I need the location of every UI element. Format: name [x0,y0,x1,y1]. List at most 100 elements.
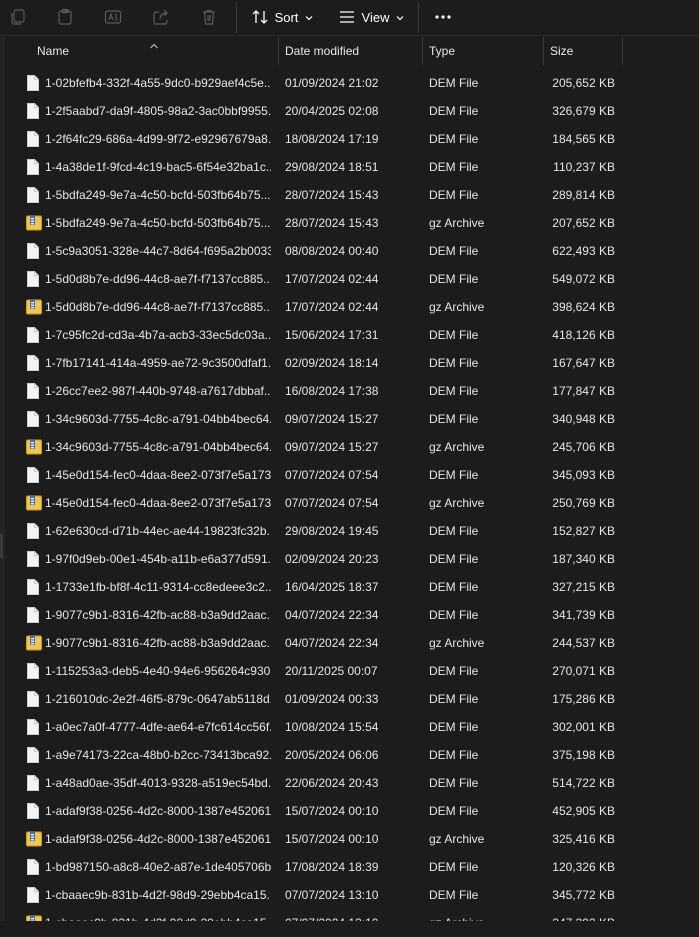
file-date-modified: 18/08/2024 17:19 [285,132,379,146]
file-row[interactable]: 1-2f64fc29-686a-4d99-9f72-e92967679a8...… [0,125,699,153]
file-row[interactable]: 1-45e0d154-fec0-4daa-8ee2-073f7e5a173...… [0,489,699,517]
file-name: 1-26cc7ee2-987f-440b-9748-a7617dbbaf... [45,384,271,398]
file-type: DEM File [429,524,479,538]
file-row[interactable]: 1-2f5aabd7-da9f-4805-98a2-3ac0bbf9955...… [0,97,699,125]
view-button[interactable]: View [336,5,406,29]
file-size: 514,722 KB [552,776,615,790]
file-row[interactable]: 1-5d0d8b7e-dd96-44c8-ae7f-f7137cc885... 1… [0,265,699,293]
file-row[interactable]: 1-97f0d9eb-00e1-454b-a11b-e6a377d591... 0… [0,545,699,573]
file-row[interactable]: 1-4a38de1f-9fcd-4c19-bac5-6f54e32ba1c...… [0,153,699,181]
file-row[interactable]: 1-02bfefb4-332f-4a55-9dc0-b929aef4c5e...… [0,69,699,97]
file-date-modified: 28/07/2024 15:43 [285,216,379,230]
file-row[interactable]: 1-cbaaec9b-831b-4d2f-98d9-29ebb4ca15... 0… [0,881,699,909]
file-icon [26,887,40,906]
copy-icon[interactable] [6,5,30,29]
more-icon[interactable] [431,5,455,29]
file-size: 341,739 KB [552,608,615,622]
file-name: 1-1733e1fb-bf8f-4c11-9314-cc8edeee3c2... [45,580,271,594]
file-date-modified: 17/07/2024 02:44 [285,272,379,286]
file-row[interactable]: 1-adaf9f38-0256-4d2c-8000-1387e452061...… [0,825,699,853]
file-size: 398,624 KB [552,300,615,314]
file-size: 622,493 KB [552,244,615,258]
file-row[interactable]: 1-216010dc-2e2f-46f5-879c-0647ab5118d...… [0,685,699,713]
file-row[interactable]: 1-7fb17141-414a-4959-ae72-9c3500dfaf1...… [0,349,699,377]
file-icon [26,383,40,402]
file-row[interactable]: 1-1733e1fb-bf8f-4c11-9314-cc8edeee3c2...… [0,573,699,601]
file-row[interactable]: 1-34c9603d-7755-4c8c-a791-04bb4bec64... 0… [0,433,699,461]
file-size: 375,198 KB [552,748,615,762]
column-header-type[interactable]: Type [421,37,544,65]
file-size: 152,827 KB [552,524,615,538]
file-date-modified: 07/07/2024 07:54 [285,468,379,482]
file-size: 167,647 KB [552,356,615,370]
file-type: gz Archive [429,216,485,230]
column-header-date-modified[interactable]: Date modified [277,37,423,65]
file-size: 184,565 KB [552,132,615,146]
file-name: 1-a0ec7a0f-4777-4dfe-ae64-e7fc614cc56f..… [45,720,271,734]
file-row[interactable]: 1-5bdfa249-9e7a-4c50-bcfd-503fb64b75... 2… [0,181,699,209]
column-header-size[interactable]: Size [542,37,623,65]
file-icon [26,775,40,794]
file-type: DEM File [429,412,479,426]
file-size: 452,905 KB [552,804,615,818]
file-name: 1-7fb17141-414a-4959-ae72-9c3500dfaf1... [45,356,271,370]
file-type: gz Archive [429,496,485,510]
file-date-modified: 20/05/2024 06:06 [285,748,379,762]
file-name: 1-a48ad0ae-35df-4013-9328-a519ec54bd... [45,776,271,790]
paste-icon[interactable] [53,5,77,29]
file-row[interactable]: 1-5d0d8b7e-dd96-44c8-ae7f-f7137cc885... 1… [0,293,699,321]
file-row[interactable]: 1-45e0d154-fec0-4daa-8ee2-073f7e5a173...… [0,461,699,489]
sort-button[interactable]: Sort [249,5,315,29]
archive-icon [26,831,42,850]
file-date-modified: 04/07/2024 22:34 [285,636,379,650]
file-type: gz Archive [429,909,539,921]
file-name: 1-adaf9f38-0256-4d2c-8000-1387e452061... [45,832,271,846]
archive-icon [26,439,42,458]
file-row[interactable]: 1-a0ec7a0f-4777-4dfe-ae64-e7fc614cc56f..… [0,713,699,741]
file-row[interactable]: 1-9077c9b1-8316-42fb-ac88-b3a9dd2aac... 0… [0,601,699,629]
toolbar-divider [236,2,237,33]
file-name: 1-97f0d9eb-00e1-454b-a11b-e6a377d591... [45,552,271,566]
column-header-name[interactable]: Name [29,37,279,65]
view-label: View [361,9,390,25]
file-type: gz Archive [429,832,485,846]
file-date-modified: 20/04/2025 02:08 [285,104,379,118]
file-type: DEM File [429,104,479,118]
file-name: 1-cbaaec9b-831b-4d2f-98d9-29ebb4ca15... [45,909,271,921]
file-date-modified: 17/07/2024 02:44 [285,300,379,314]
file-name: 1-adaf9f38-0256-4d2c-8000-1387e452061... [45,804,271,818]
file-row[interactable]: 1-7c95fc2d-cd3a-4b7a-acb3-33ec5dc03a... 1… [0,321,699,349]
file-name: 1-34c9603d-7755-4c8c-a791-04bb4bec64... [45,412,271,426]
file-type: DEM File [429,76,479,90]
file-date-modified: 02/09/2024 18:14 [285,356,379,370]
file-size: 187,340 KB [552,552,615,566]
file-size: 270,071 KB [552,664,615,678]
file-row[interactable]: 1-115253a3-deb5-4e40-94e6-956264c930... 2… [0,657,699,685]
file-list: 1-02bfefb4-332f-4a55-9dc0-b929aef4c5e...… [0,69,699,921]
file-size: 110,237 KB [553,160,615,174]
file-row[interactable]: 1-5bdfa249-9e7a-4c50-bcfd-503fb64b75... 2… [0,209,699,237]
file-size: 549,072 KB [552,272,615,286]
file-size: 327,215 KB [552,580,615,594]
file-date-modified: 09/07/2024 15:27 [285,440,379,454]
file-type: DEM File [429,132,479,146]
file-row[interactable]: 1-cbaaec9b-831b-4d2f-98d9-29ebb4ca15... 0… [0,909,699,921]
rename-icon[interactable] [101,5,125,29]
file-name: 1-45e0d154-fec0-4daa-8ee2-073f7e5a173... [45,468,271,482]
file-row[interactable]: 1-a48ad0ae-35df-4013-9328-a519ec54bd... 2… [0,769,699,797]
file-row[interactable]: 1-a9e74173-22ca-48b0-b2cc-73413bca92... 2… [0,741,699,769]
archive-icon [26,215,42,234]
file-icon [26,663,40,682]
share-icon[interactable] [149,5,173,29]
view-icon [338,8,356,26]
delete-icon[interactable] [197,5,221,29]
file-row[interactable]: 1-bd987150-a8c8-40e2-a87e-1de405706b... 1… [0,853,699,881]
file-row[interactable]: 1-9077c9b1-8316-42fb-ac88-b3a9dd2aac... 0… [0,629,699,657]
file-name: 1-bd987150-a8c8-40e2-a87e-1de405706b... [45,860,271,874]
file-type: DEM File [429,804,479,818]
file-row[interactable]: 1-26cc7ee2-987f-440b-9748-a7617dbbaf... 1… [0,377,699,405]
file-row[interactable]: 1-5c9a3051-328e-44c7-8d64-f695a2b0033...… [0,237,699,265]
file-row[interactable]: 1-34c9603d-7755-4c8c-a791-04bb4bec64... 0… [0,405,699,433]
file-row[interactable]: 1-adaf9f38-0256-4d2c-8000-1387e452061...… [0,797,699,825]
file-row[interactable]: 1-62e630cd-d71b-44ec-ae44-19823fc32b... 2… [0,517,699,545]
